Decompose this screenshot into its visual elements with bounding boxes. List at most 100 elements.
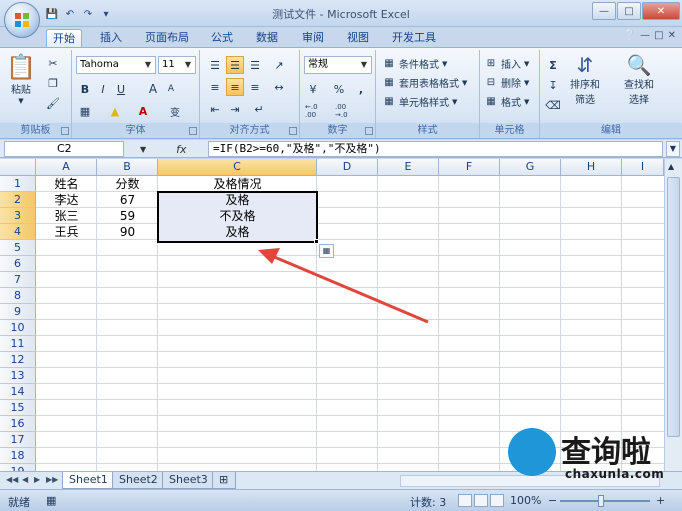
scroll-thumb[interactable] <box>667 177 680 437</box>
column-header-d[interactable]: D <box>317 159 378 176</box>
cell-a3[interactable]: 张三 <box>36 208 97 224</box>
number-format-combo[interactable]: 常规 ▼ <box>304 56 372 74</box>
row-header[interactable]: 12 <box>0 352 36 368</box>
cell-b4[interactable]: 90 <box>97 224 158 240</box>
close-button[interactable]: ✕ <box>642 2 680 20</box>
dialog-launcher-icon[interactable] <box>189 127 197 135</box>
last-sheet-icon[interactable]: ▶▶ <box>46 475 58 484</box>
align-top-icon[interactable]: ☰ <box>206 56 224 74</box>
tab-developer[interactable]: 开发工具 <box>386 29 442 47</box>
wrap-text-icon[interactable]: ↵ <box>250 100 268 118</box>
prev-sheet-icon[interactable]: ◀ <box>22 475 28 484</box>
sheet-tab-sheet2[interactable]: Sheet2 <box>112 472 165 489</box>
cell-a4[interactable]: 王兵 <box>36 224 97 240</box>
clear-icon[interactable]: ⌫ <box>544 96 562 114</box>
grow-font-button[interactable]: A <box>144 80 162 98</box>
sheet-tab-sheet1[interactable]: Sheet1 <box>62 472 115 489</box>
tab-home[interactable]: 开始 <box>46 29 82 47</box>
font-size-combo[interactable]: 11 ▼ <box>158 56 196 74</box>
fill-icon[interactable]: ↧ <box>544 76 562 94</box>
format-cells-button[interactable]: ▦ 格式 ▼ <box>484 94 529 109</box>
bold-button[interactable]: B <box>76 80 94 98</box>
maximize-button[interactable]: □ <box>617 2 641 20</box>
select-all-corner[interactable] <box>0 159 36 176</box>
ribbon-restore-icon[interactable]: □ <box>654 30 663 41</box>
scroll-up-icon[interactable]: ▲ <box>668 162 674 171</box>
column-header-e[interactable]: E <box>378 159 439 176</box>
insert-cells-button[interactable]: ⊞ 插入 ▼ <box>484 56 530 71</box>
align-bottom-icon[interactable]: ☰ <box>246 56 264 74</box>
row-header[interactable]: 14 <box>0 384 36 400</box>
tab-insert[interactable]: 插入 <box>94 29 128 47</box>
find-select-button[interactable]: 🔍 查找和 选择 <box>624 54 654 106</box>
cut-icon[interactable]: ✂ <box>44 54 62 72</box>
copy-icon[interactable]: ❐ <box>44 74 62 92</box>
column-header-h[interactable]: H <box>561 159 622 176</box>
phonetic-button[interactable]: 变 <box>166 102 184 120</box>
autosum-button[interactable]: Σ <box>544 56 562 74</box>
row-header[interactable]: 13 <box>0 368 36 384</box>
format-as-table-button[interactable]: ▦ 套用表格格式 ▼ <box>382 75 467 90</box>
page-layout-view-button[interactable] <box>474 494 488 507</box>
currency-icon[interactable]: ¥ <box>304 80 322 98</box>
cell-c1[interactable]: 及格情况 <box>158 176 317 192</box>
zoom-slider[interactable] <box>560 500 650 502</box>
comma-button[interactable]: , <box>352 80 370 98</box>
fill-color-icon[interactable]: ▲ <box>106 102 124 120</box>
cell-b2[interactable]: 67 <box>97 192 158 208</box>
row-header[interactable]: 4 <box>0 224 36 240</box>
dialog-launcher-icon[interactable] <box>61 127 69 135</box>
ribbon-close-icon[interactable]: ✕ <box>668 30 676 41</box>
next-sheet-icon[interactable]: ▶ <box>34 475 40 484</box>
column-header-g[interactable]: G <box>500 159 561 176</box>
decrease-indent-icon[interactable]: ⇤ <box>206 100 224 118</box>
delete-cells-button[interactable]: ⊟ 删除 ▼ <box>484 75 530 90</box>
font-color-icon[interactable]: A <box>134 102 152 120</box>
format-painter-icon[interactable]: 🖌 <box>44 94 62 112</box>
auto-fill-options-icon[interactable]: ▦ <box>319 244 334 258</box>
row-header[interactable]: 16 <box>0 416 36 432</box>
tab-review[interactable]: 审阅 <box>296 29 330 47</box>
italic-button[interactable]: I <box>94 80 112 98</box>
fx-button[interactable]: fx <box>176 143 186 156</box>
border-icon[interactable]: ▦ <box>76 102 94 120</box>
formula-input[interactable]: =IF(B2>=60,"及格","不及格") <box>208 141 663 157</box>
first-sheet-icon[interactable]: ◀◀ <box>6 475 18 484</box>
column-header-a[interactable]: A <box>36 159 97 176</box>
conditional-format-button[interactable]: ▦ 条件格式 ▼ <box>382 56 447 71</box>
column-header-i[interactable]: I <box>622 159 664 176</box>
name-box[interactable]: C2 <box>4 141 124 157</box>
row-header[interactable]: 3 <box>0 208 36 224</box>
zoom-in-icon[interactable]: + <box>656 494 665 507</box>
cell-b3[interactable]: 59 <box>97 208 158 224</box>
namebox-dropdown-icon[interactable]: ▼ <box>140 145 146 154</box>
insert-sheet-icon[interactable]: ⊞ <box>212 472 236 489</box>
ribbon-minimize-icon[interactable]: — <box>640 30 650 41</box>
row-header[interactable]: 11 <box>0 336 36 352</box>
tab-page-layout[interactable]: 页面布局 <box>139 29 195 47</box>
cell-b1[interactable]: 分数 <box>97 176 158 192</box>
macro-record-icon[interactable]: ▦ <box>46 494 56 507</box>
decrease-decimal-button[interactable]: .00 →.0 <box>334 102 360 120</box>
dialog-launcher-icon[interactable] <box>365 127 373 135</box>
tab-formulas[interactable]: 公式 <box>205 29 239 47</box>
row-header[interactable]: 17 <box>0 432 36 448</box>
help-icon[interactable]: ❔ <box>624 30 636 41</box>
sort-filter-button[interactable]: ⇵ 排序和 筛选 <box>570 54 600 106</box>
row-header[interactable]: 8 <box>0 288 36 304</box>
align-right-icon[interactable]: ≡ <box>246 78 264 96</box>
row-header[interactable]: 15 <box>0 400 36 416</box>
tab-data[interactable]: 数据 <box>250 29 284 47</box>
cell-a2[interactable]: 李达 <box>36 192 97 208</box>
font-name-combo[interactable]: Tahoma ▼ <box>76 56 156 74</box>
cell-styles-button[interactable]: ▦ 单元格样式 ▼ <box>382 94 457 109</box>
row-header[interactable]: 2 <box>0 192 36 208</box>
sheet-tab-sheet3[interactable]: Sheet3 <box>162 472 215 489</box>
column-header-f[interactable]: F <box>439 159 500 176</box>
merge-center-icon[interactable]: ↔ <box>270 78 288 96</box>
zoom-level[interactable]: 100% <box>510 494 541 507</box>
normal-view-button[interactable] <box>458 494 472 507</box>
row-header[interactable]: 1 <box>0 176 36 192</box>
align-center-icon[interactable]: ≡ <box>226 78 244 96</box>
shrink-font-button[interactable]: A <box>162 80 180 98</box>
